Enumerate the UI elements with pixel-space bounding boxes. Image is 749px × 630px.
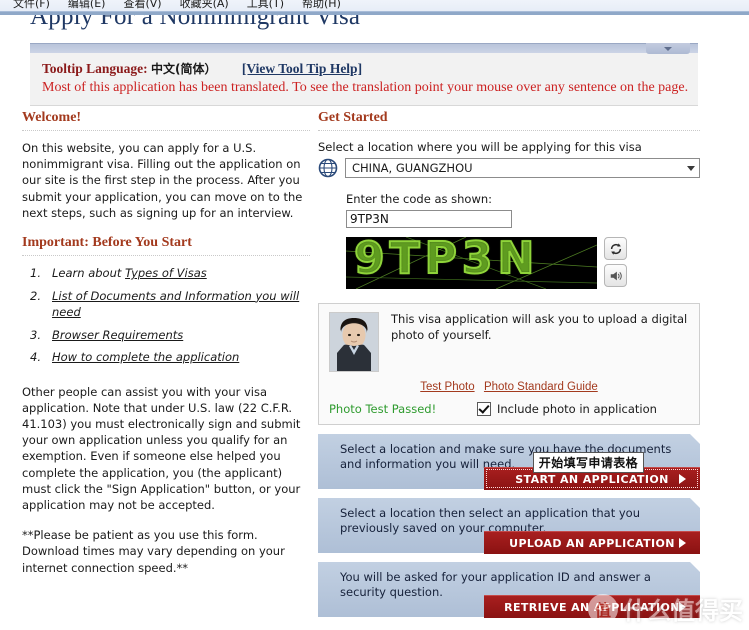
- speaker-icon[interactable]: [604, 264, 627, 287]
- menu-favorites[interactable]: 收藏夹(A): [171, 0, 238, 11]
- arrow-right-icon: [679, 602, 686, 612]
- menu-file[interactable]: 文件(F): [4, 0, 59, 11]
- patience-note-text: **Please be patient as you use this form…: [22, 528, 285, 575]
- welcome-intro-text: On this website, you can apply for a U.S…: [22, 141, 303, 220]
- captcha-row: 9TP3N: [346, 237, 700, 289]
- captcha-code-field: Enter the code as shown:: [346, 192, 700, 228]
- link-documents-list[interactable]: List of Documents and Information you wi…: [52, 289, 299, 320]
- photo-test-status: Photo Test Passed!: [329, 402, 437, 416]
- start-application-button-label: START AN APPLICATION: [515, 472, 669, 486]
- tooltip-language-value: 中文(简体）: [151, 62, 217, 76]
- retrieve-application-button[interactable]: RETRIEVE AN APPLICATION: [484, 595, 700, 618]
- tooltip-bar-header: [30, 43, 698, 54]
- tooltip-language-bar: Tooltip Language: 中文(简体） [View Tool Tip …: [30, 43, 698, 106]
- tooltip-bar-body: Tooltip Language: 中文(简体） [View Tool Tip …: [30, 53, 698, 106]
- photo-panel: This visa application will ask you to up…: [318, 303, 700, 425]
- location-select-value: CHINA, GUANGZHOU: [352, 161, 473, 175]
- chevron-down-icon: [664, 46, 672, 51]
- get-started-divider: [318, 130, 700, 131]
- arrow-right-icon: [679, 474, 686, 484]
- page-title: Apply For a Nonimmigrant Visa: [30, 15, 361, 30]
- code-input[interactable]: [346, 210, 512, 228]
- retrieve-application-panel: You will be asked for your application I…: [318, 562, 700, 618]
- welcome-heading: Welcome!: [22, 110, 82, 125]
- start-application-tooltip: 开始填写申请表格: [532, 452, 644, 473]
- upload-application-button[interactable]: UPLOAD AN APPLICATION: [484, 531, 700, 554]
- chevron-down-icon: [687, 165, 695, 171]
- menu-help[interactable]: 帮助(H): [293, 0, 350, 11]
- link-browser-requirements[interactable]: Browser Requirements: [52, 328, 183, 342]
- test-photo-link[interactable]: Test Photo: [420, 381, 474, 393]
- assist-note-text: Other people can assist you with your vi…: [22, 384, 301, 512]
- list-item: Browser Requirements: [30, 327, 310, 344]
- location-row: CHINA, GUANGZHOU: [318, 158, 700, 178]
- globe-icon: [318, 158, 338, 178]
- menu-tools[interactable]: 工具(T): [238, 0, 293, 11]
- list-item: List of Documents and Information you wi…: [30, 288, 310, 321]
- applicant-photo: [329, 312, 379, 372]
- view-tooltip-help-link[interactable]: [View Tool Tip Help]: [242, 61, 362, 76]
- photo-panel-top: This visa application will ask you to up…: [329, 312, 689, 372]
- welcome-divider: [22, 130, 310, 131]
- photo-panel-bottom: Photo Test Passed! Include photo in appl…: [329, 402, 689, 416]
- get-started-column: Get Started Select a location where you …: [318, 110, 700, 618]
- photo-description: This visa application will ask you to up…: [391, 312, 688, 342]
- tooltip-language-label: Tooltip Language:: [42, 61, 148, 76]
- captcha-controls: [604, 237, 627, 287]
- page-content: Apply For a Nonimmigrant Visa Tooltip La…: [0, 15, 749, 630]
- include-photo-label: Include photo in application: [497, 402, 657, 416]
- location-label: Select a location where you will be appl…: [318, 140, 642, 154]
- retrieve-application-button-label: RETRIEVE AN APPLICATION: [504, 600, 680, 614]
- start-application-panel: Select a location and make sure you have…: [318, 434, 700, 490]
- captcha-image: 9TP3N: [346, 237, 597, 289]
- menu-view[interactable]: 查看(V): [114, 0, 170, 11]
- refresh-icon[interactable]: [604, 237, 627, 260]
- collapse-toggle[interactable]: [646, 43, 690, 54]
- upload-application-button-label: UPLOAD AN APPLICATION: [509, 536, 675, 550]
- arrow-right-icon: [679, 538, 686, 548]
- list-item: How to complete the application: [30, 349, 310, 366]
- menu-edit[interactable]: 编辑(E): [59, 0, 115, 11]
- code-label: Enter the code as shown:: [346, 192, 493, 206]
- tooltip-language-row: Tooltip Language: 中文(简体） [View Tool Tip …: [42, 60, 688, 77]
- before-start-list: Learn about Types of Visas List of Docum…: [22, 265, 310, 366]
- include-photo-checkbox[interactable]: [477, 402, 491, 416]
- link-how-to-complete[interactable]: How to complete the application: [52, 350, 239, 364]
- browser-menu-bar: 文件(F) 编辑(E) 查看(V) 收藏夹(A) 工具(T) 帮助(H): [0, 0, 749, 12]
- list-item: Learn about Types of Visas: [30, 265, 310, 282]
- photo-standard-guide-link[interactable]: Photo Standard Guide: [484, 381, 598, 393]
- link-types-of-visas[interactable]: Types of Visas: [125, 266, 207, 280]
- before-start-divider: [22, 255, 310, 257]
- get-started-heading: Get Started: [318, 110, 388, 125]
- start-application-button[interactable]: START AN APPLICATION 开始填写申请表格: [484, 452, 700, 490]
- location-select[interactable]: CHINA, GUANGZHOU: [345, 158, 700, 178]
- before-start-heading: Important: Before You Start: [22, 235, 192, 251]
- translation-notice: Most of this application has been transl…: [42, 80, 689, 95]
- upload-application-panel: Select a location then select an applica…: [318, 498, 700, 554]
- step-1-prefix: Learn about: [52, 266, 126, 281]
- captcha-text: 9TP3N: [353, 237, 540, 285]
- welcome-column: Welcome! On this website, you can apply …: [22, 110, 310, 576]
- photo-links: Test Photo Photo Standard Guide: [329, 379, 689, 393]
